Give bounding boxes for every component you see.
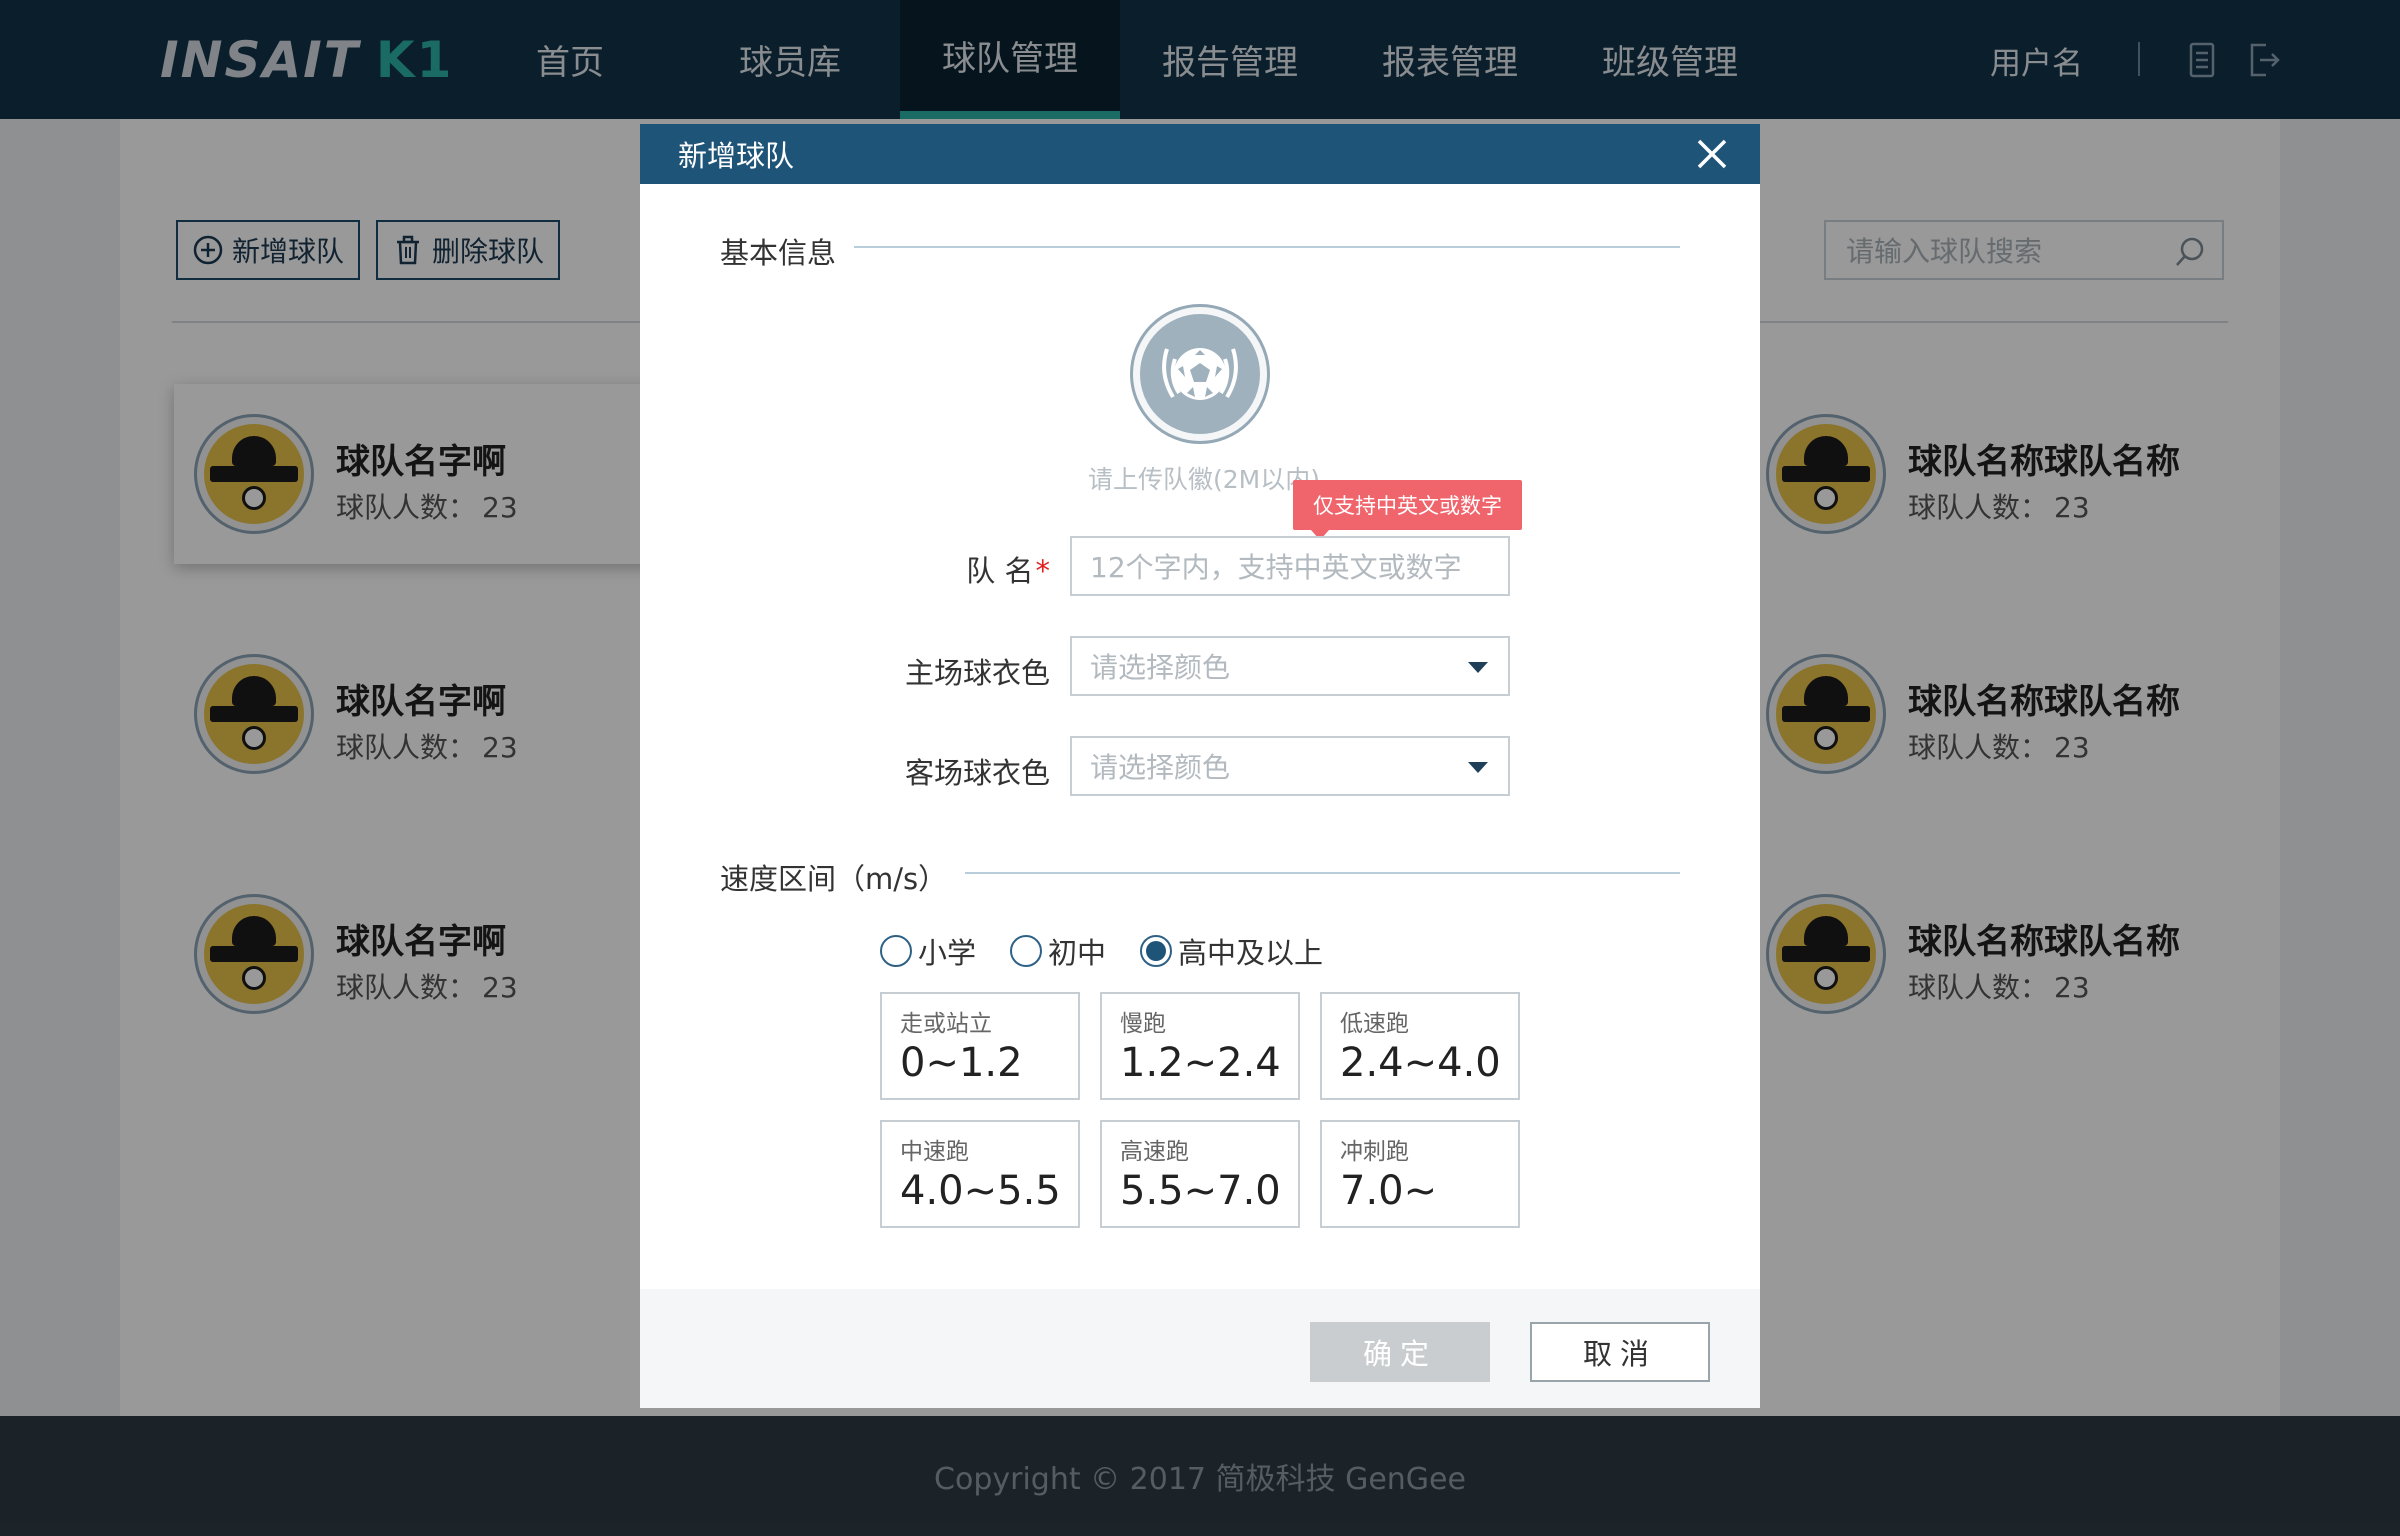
- team-name-placeholder: 12个字内，支持中英文或数字: [1090, 551, 1462, 584]
- team-logo-upload[interactable]: [1130, 304, 1270, 444]
- chevron-down-icon: [1468, 762, 1488, 773]
- confirm-button[interactable]: 确定: [1310, 1322, 1490, 1382]
- required-mark: *: [1035, 554, 1051, 588]
- soccer-ball-icon: [1162, 348, 1238, 400]
- radio-high-school-above[interactable]: 高中及以上: [1140, 930, 1323, 972]
- away-jersey-color-select[interactable]: 请选择颜色: [1070, 736, 1510, 796]
- dialog-footer: 确定 取消: [640, 1289, 1760, 1408]
- chevron-down-icon: [1468, 662, 1488, 673]
- speed-box-medium-speed[interactable]: 中速跑 4.0~5.5: [880, 1120, 1080, 1228]
- section-line: [950, 872, 1680, 874]
- radio-circle-selected: [1140, 935, 1173, 967]
- close-icon[interactable]: [1694, 136, 1730, 172]
- radio-middle-school[interactable]: 初中: [1010, 930, 1106, 972]
- speed-box-walk[interactable]: 走或站立 0~1.2: [880, 992, 1080, 1100]
- section-line: [850, 246, 1680, 248]
- cancel-button[interactable]: 取消: [1530, 1322, 1710, 1382]
- speed-box-jog[interactable]: 慢跑 1.2~2.4: [1100, 992, 1300, 1100]
- home-color-placeholder: 请选择颜色: [1090, 651, 1231, 684]
- radio-circle: [880, 935, 912, 967]
- team-name-label: 队 名*: [966, 554, 1051, 588]
- home-jersey-label: 主场球衣色: [904, 656, 1050, 690]
- away-color-placeholder: 请选择颜色: [1090, 751, 1231, 784]
- level-radio-group: 小学 初中 高中及以上: [880, 930, 1357, 972]
- validation-tooltip: 仅支持中英文或数字: [1293, 480, 1522, 540]
- home-jersey-color-select[interactable]: 请选择颜色: [1070, 636, 1510, 696]
- radio-primary-school[interactable]: 小学: [880, 930, 976, 972]
- speed-box-high-speed[interactable]: 高速跑 5.5~7.0: [1100, 1120, 1300, 1228]
- upload-hint: 请上传队徽(2M以内): [1088, 465, 1320, 494]
- dialog-title: 新增球队: [678, 139, 795, 173]
- dialog-header: 新增球队: [640, 124, 1760, 184]
- away-jersey-label: 客场球衣色: [904, 756, 1050, 790]
- section-basic-info: 基本信息: [720, 230, 855, 272]
- radio-circle: [1010, 935, 1043, 967]
- add-team-dialog: 新增球队 基本信息 请上传队徽(2M以内) 仅支持中英文或数字 队 名* 12个…: [640, 124, 1760, 1408]
- speed-box-sprint[interactable]: 冲刺跑 7.0~: [1320, 1120, 1520, 1228]
- section-speed-range: 速度区间（m/s）: [720, 856, 966, 898]
- team-name-input[interactable]: 12个字内，支持中英文或数字: [1070, 536, 1510, 596]
- speed-box-low-speed[interactable]: 低速跑 2.4~4.0: [1320, 992, 1520, 1100]
